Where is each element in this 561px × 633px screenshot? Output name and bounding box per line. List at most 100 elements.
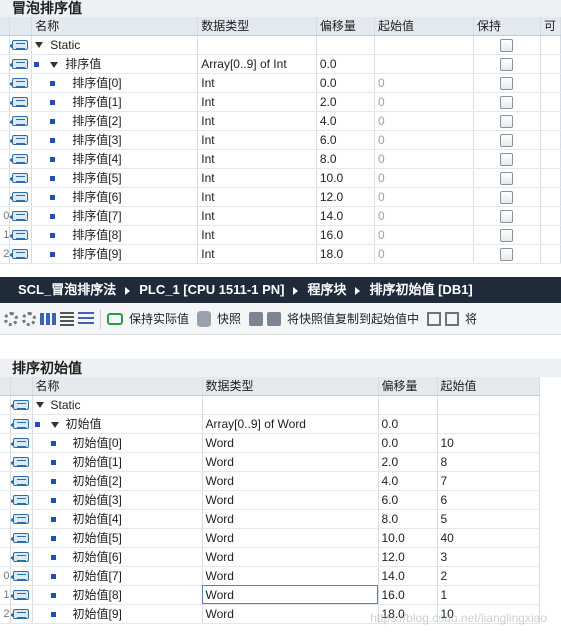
datatype-column-header[interactable]: 数据类型 bbox=[202, 377, 379, 396]
element-name[interactable]: 初始值[3] bbox=[73, 493, 122, 507]
element-start-value[interactable]: 0 bbox=[374, 206, 474, 226]
retain-column-header[interactable]: 保持 bbox=[473, 17, 541, 36]
retain-checkbox[interactable] bbox=[500, 114, 514, 128]
table-row[interactable]: 初始值[5] Word 10.0 40 bbox=[0, 528, 540, 548]
settings-icon[interactable] bbox=[22, 311, 36, 326]
table-row[interactable]: 排序值[3] Int 6.0 0 bbox=[0, 130, 561, 150]
table-row[interactable]: Static bbox=[0, 35, 561, 55]
retain-checkbox[interactable] bbox=[500, 133, 514, 147]
table-row[interactable]: 排序值[6] Int 12.0 0 bbox=[0, 187, 561, 207]
retain-checkbox[interactable] bbox=[500, 38, 514, 52]
retain-checkbox[interactable] bbox=[500, 190, 514, 204]
table-row[interactable]: 排序值[1] Int 2.0 0 bbox=[0, 92, 561, 112]
retain-checkbox[interactable] bbox=[500, 228, 514, 242]
keep-actual-button[interactable]: 保持实际值 bbox=[129, 310, 189, 327]
element-type[interactable]: Word bbox=[202, 452, 379, 472]
element-type[interactable]: Word bbox=[202, 547, 379, 567]
element-start-value[interactable]: 0 bbox=[374, 244, 474, 264]
element-type[interactable]: Int bbox=[197, 168, 317, 188]
settings-icon[interactable] bbox=[4, 311, 18, 326]
element-name[interactable]: 排序值[2] bbox=[72, 114, 121, 128]
table-row[interactable]: 初始值[1] Word 2.0 8 bbox=[0, 452, 540, 472]
edit-icon[interactable] bbox=[60, 311, 74, 326]
element-name[interactable]: 排序值[0] bbox=[72, 76, 121, 90]
element-name[interactable]: 排序值[8] bbox=[72, 228, 121, 242]
copy-snapshot-icon[interactable] bbox=[249, 311, 264, 326]
table-row[interactable]: 排序值 Array[0..9] of Int 0.0 bbox=[0, 54, 561, 74]
element-name[interactable]: 排序值[6] bbox=[72, 190, 121, 204]
element-start-value[interactable]: 0 bbox=[374, 111, 474, 131]
element-type[interactable]: Word bbox=[202, 585, 379, 605]
offset-column-header[interactable]: 偏移量 bbox=[316, 17, 376, 36]
table-row[interactable]: 1 初始值[8] Word 16.0 1 bbox=[0, 585, 540, 605]
retain-checkbox[interactable] bbox=[500, 171, 514, 185]
element-start-value[interactable]: 6 bbox=[437, 490, 540, 510]
table-row[interactable]: 1 排序值[8] Int 16.0 0 bbox=[0, 225, 561, 245]
element-name[interactable]: 初始值[9] bbox=[73, 607, 122, 621]
retain-checkbox[interactable] bbox=[500, 95, 514, 109]
breadcrumb-project[interactable]: SCL_冒泡排序法 bbox=[18, 282, 116, 297]
collapse-icon[interactable] bbox=[35, 402, 44, 409]
element-start-value[interactable]: 7 bbox=[437, 471, 540, 491]
copy-snapshot-icon[interactable] bbox=[267, 311, 282, 326]
element-type[interactable]: Word bbox=[202, 528, 379, 548]
collapse-icon[interactable] bbox=[35, 42, 44, 49]
table-row[interactable]: Static bbox=[0, 395, 540, 415]
name-column-header[interactable]: 名称 bbox=[32, 377, 203, 396]
table-row[interactable]: 初始值[3] Word 6.0 6 bbox=[0, 490, 540, 510]
table-row[interactable]: 2 排序值[9] Int 18.0 0 bbox=[0, 244, 561, 264]
breadcrumb-db[interactable]: 排序初始值 [DB1] bbox=[369, 282, 472, 297]
element-start-value[interactable]: 0 bbox=[374, 187, 474, 207]
breadcrumb-program-blocks[interactable]: 程序块 bbox=[307, 282, 346, 297]
table-row[interactable]: 初始值[2] Word 4.0 7 bbox=[0, 471, 540, 491]
element-type[interactable]: Int bbox=[197, 130, 317, 150]
more-column-header[interactable]: 可 bbox=[540, 17, 561, 36]
element-type[interactable]: Word bbox=[202, 604, 379, 624]
element-type[interactable]: Int bbox=[197, 73, 317, 93]
table-row[interactable]: 排序值[4] Int 8.0 0 bbox=[0, 149, 561, 169]
element-type[interactable]: Word bbox=[202, 509, 379, 529]
element-name[interactable]: 排序值[7] bbox=[72, 209, 121, 223]
array-name[interactable]: 排序值 bbox=[65, 57, 101, 71]
retain-checkbox[interactable] bbox=[500, 57, 514, 71]
table-row[interactable]: 排序值[5] Int 10.0 0 bbox=[0, 168, 561, 188]
snapshot-icon[interactable] bbox=[197, 310, 212, 327]
element-type[interactable]: Int bbox=[197, 92, 317, 112]
collapse-icon[interactable] bbox=[50, 421, 59, 428]
element-start-value[interactable]: 0 bbox=[374, 73, 474, 93]
element-type[interactable]: Int bbox=[197, 187, 317, 207]
element-name[interactable]: 初始值[8] bbox=[73, 588, 122, 602]
start-value-column-header[interactable]: 起始值 bbox=[437, 377, 540, 396]
array-name[interactable]: 初始值 bbox=[66, 417, 102, 431]
element-type[interactable]: Word bbox=[202, 490, 379, 510]
collapse-icon[interactable] bbox=[50, 61, 59, 68]
element-name[interactable]: 排序值[4] bbox=[72, 152, 121, 166]
element-start-value[interactable]: 0 bbox=[374, 130, 474, 150]
insert-row-icon[interactable] bbox=[40, 312, 56, 325]
table-row[interactable]: 初始值[6] Word 12.0 3 bbox=[0, 547, 540, 567]
element-start-value[interactable]: 8 bbox=[437, 452, 540, 472]
table-row[interactable]: 排序值[2] Int 4.0 0 bbox=[0, 111, 561, 131]
element-start-value[interactable]: 5 bbox=[437, 509, 540, 529]
copy-snapshot-button[interactable]: 将快照值复制到起始值中 bbox=[287, 310, 419, 327]
element-name[interactable]: 初始值[5] bbox=[73, 531, 122, 545]
list-icon[interactable] bbox=[78, 311, 94, 326]
element-name[interactable]: 初始值[1] bbox=[73, 455, 122, 469]
element-start-value[interactable]: 10 bbox=[437, 433, 540, 453]
table-row[interactable]: 初始值 Array[0..9] of Word 0.0 bbox=[0, 414, 540, 434]
retain-checkbox[interactable] bbox=[500, 247, 514, 261]
retain-checkbox[interactable] bbox=[500, 76, 514, 90]
element-start-value[interactable]: 40 bbox=[437, 528, 540, 548]
load-start-values-icon[interactable] bbox=[427, 311, 442, 326]
start-value-column-header[interactable]: 起始值 bbox=[374, 17, 474, 36]
element-type[interactable]: Int bbox=[197, 206, 317, 226]
retain-checkbox[interactable] bbox=[500, 209, 514, 223]
toolbar-cut-label[interactable]: 将 bbox=[465, 310, 477, 327]
monitor-icon[interactable] bbox=[107, 312, 123, 325]
element-type[interactable]: Int bbox=[197, 244, 317, 264]
table-row[interactable]: 0 初始值[7] Word 14.0 2 bbox=[0, 566, 540, 586]
load-start-values-icon[interactable] bbox=[445, 311, 460, 326]
element-type[interactable]: Word bbox=[202, 433, 379, 453]
element-name[interactable]: 排序值[5] bbox=[72, 171, 121, 185]
array-type[interactable]: Array[0..9] of Word bbox=[202, 414, 379, 434]
